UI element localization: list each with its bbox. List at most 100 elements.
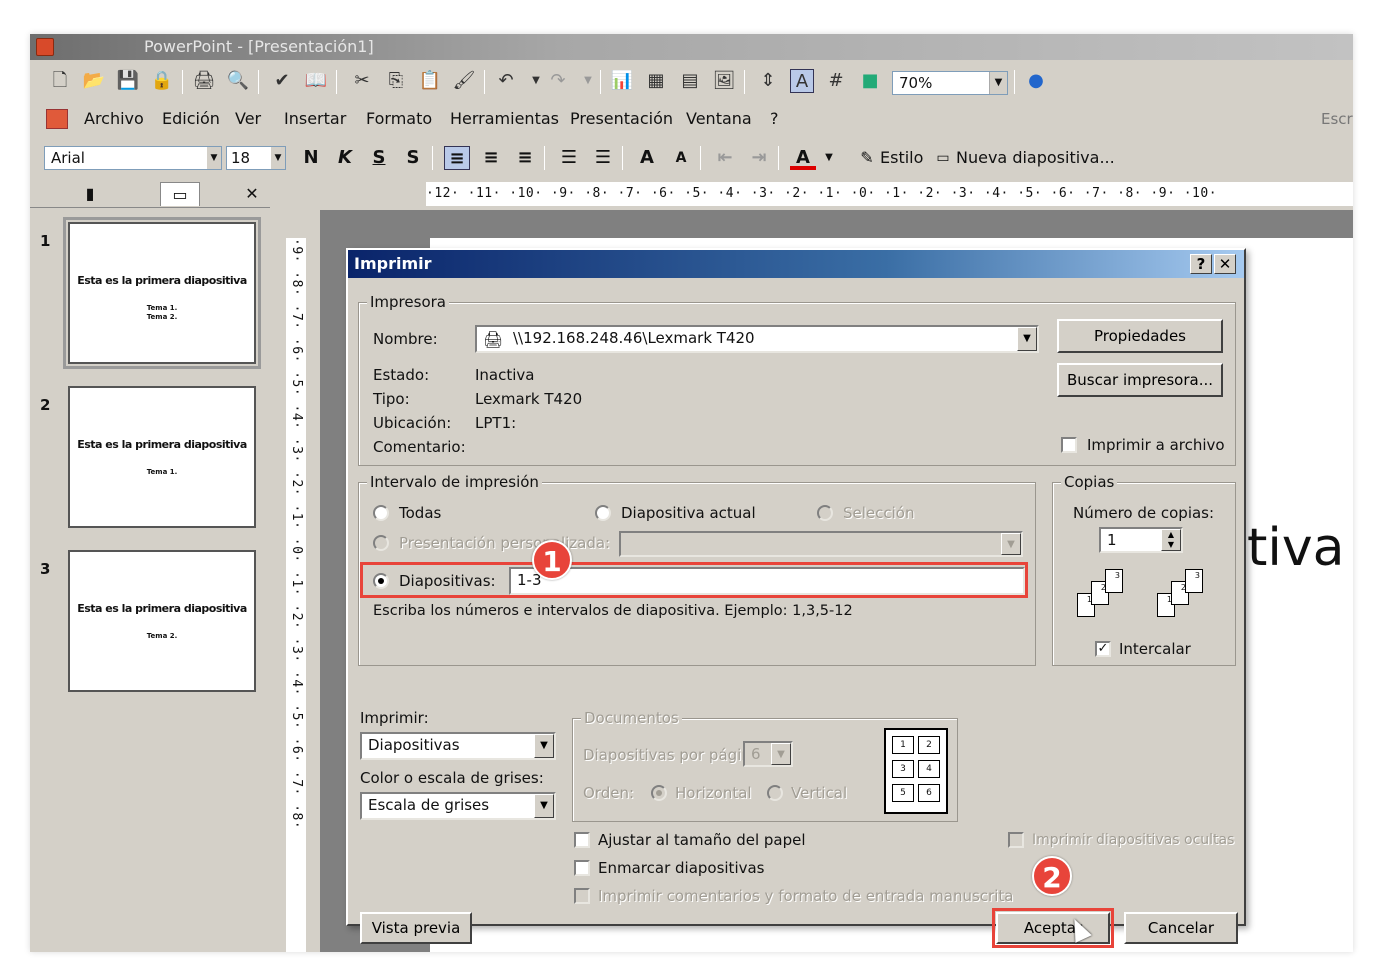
- grid-icon[interactable]: #: [824, 69, 848, 93]
- increase-indent-icon[interactable]: ⇥: [746, 146, 772, 170]
- color-grayscale-icon[interactable]: ■: [858, 69, 882, 93]
- new-icon[interactable]: 🗋: [48, 69, 72, 93]
- insert-table-icon[interactable]: ▦: [644, 69, 668, 93]
- underline-icon[interactable]: S: [366, 146, 392, 170]
- expand-all-icon[interactable]: ⇕: [756, 69, 780, 93]
- align-left-icon[interactable]: ≡: [444, 146, 470, 170]
- chevron-down-icon[interactable]: ▼: [271, 147, 285, 169]
- print-icon[interactable]: 🖨: [192, 69, 216, 93]
- format-painter-icon[interactable]: 🖌: [452, 69, 476, 93]
- order-vertical-label: Vertical: [791, 784, 848, 802]
- open-icon[interactable]: 📂: [82, 69, 106, 93]
- chevron-down-icon[interactable]: ▼: [771, 743, 791, 765]
- menu-insertar[interactable]: Insertar: [284, 104, 346, 134]
- copies-count-input[interactable]: 1 ▲ ▼: [1099, 527, 1183, 553]
- new-slide-icon[interactable]: ▭: [930, 146, 956, 170]
- find-printer-button[interactable]: Buscar impresora...: [1057, 363, 1223, 397]
- chevron-down-icon[interactable]: ▼: [989, 72, 1007, 94]
- collate-checkbox[interactable]: ✓: [1095, 641, 1111, 657]
- slide-thumbnail[interactable]: Esta es la primera diapositiva Tema 2.: [68, 550, 256, 692]
- align-right-icon[interactable]: ≡: [512, 146, 538, 170]
- italic-icon[interactable]: K: [332, 146, 358, 170]
- scale-to-fit-checkbox[interactable]: [574, 832, 590, 848]
- collate-page-icon: 3: [1185, 569, 1203, 593]
- copy-icon[interactable]: ⎘: [384, 69, 408, 93]
- research-icon[interactable]: 📖: [304, 69, 328, 93]
- per-page-select[interactable]: 6 ▼: [743, 741, 793, 767]
- print-to-file-checkbox[interactable]: [1061, 437, 1077, 453]
- cut-icon[interactable]: ✂: [350, 69, 374, 93]
- chevron-down-icon[interactable]: ▼: [816, 146, 842, 170]
- cancel-button[interactable]: Cancelar: [1124, 912, 1238, 944]
- font-color-icon[interactable]: A: [790, 146, 816, 170]
- slide-thumbnail[interactable]: Esta es la primera diapositiva Tema 1. Te…: [63, 217, 261, 369]
- menu-ventana[interactable]: Ventana: [686, 104, 752, 134]
- new-slide-button[interactable]: Nueva diapositiva...: [956, 146, 1115, 170]
- menu-herramientas[interactable]: Herramientas: [450, 104, 559, 134]
- paste-icon[interactable]: 📋: [418, 69, 442, 93]
- printer-name-select[interactable]: 🖨 \\192.168.248.46\Lexmark T420 ▼: [475, 325, 1039, 353]
- range-current-radio[interactable]: [595, 505, 611, 521]
- range-selection-radio[interactable]: [817, 505, 833, 521]
- help-icon[interactable]: ●: [1024, 69, 1048, 93]
- insert-picture-icon[interactable]: 🖼: [712, 69, 736, 93]
- help-button[interactable]: ?: [1190, 254, 1212, 274]
- decrease-font-icon[interactable]: A: [668, 146, 694, 170]
- color-select[interactable]: Escala de grises ▼: [360, 792, 556, 820]
- increase-font-icon[interactable]: A: [634, 146, 660, 170]
- spinner-icon[interactable]: ▲ ▼: [1161, 529, 1181, 551]
- menu-presentacion[interactable]: Presentación: [570, 104, 673, 134]
- print-hidden-checkbox[interactable]: [1008, 832, 1024, 848]
- menu-edicion[interactable]: Edición: [162, 104, 220, 134]
- slide-thumbnail[interactable]: Esta es la primera diapositiva Tema 1.: [68, 386, 256, 528]
- chevron-down-icon[interactable]: ▼: [534, 794, 554, 818]
- chevron-down-icon[interactable]: ▼: [207, 147, 221, 169]
- chevron-down-icon[interactable]: ▼: [1017, 327, 1037, 351]
- print-what-select[interactable]: Diapositivas ▼: [360, 732, 556, 760]
- slides-tab-icon[interactable]: ▭: [160, 182, 200, 206]
- undo-dropdown-icon[interactable]: ▼: [524, 69, 548, 93]
- menu-ver[interactable]: Ver: [235, 104, 261, 134]
- redo-dropdown-icon[interactable]: ▼: [576, 69, 600, 93]
- font-size-select[interactable]: 18 ▼: [226, 146, 286, 170]
- bold-icon[interactable]: N: [298, 146, 324, 170]
- show-formatting-icon[interactable]: A: [790, 69, 814, 93]
- bullets-icon[interactable]: ☰: [590, 146, 616, 170]
- custom-show-select[interactable]: ▼: [619, 531, 1023, 557]
- close-icon[interactable]: ✕: [240, 182, 264, 206]
- style-button[interactable]: Estilo: [880, 146, 923, 170]
- shadow-icon[interactable]: S: [400, 146, 426, 170]
- close-button[interactable]: ✕: [1214, 254, 1236, 274]
- design-icon[interactable]: ✎: [854, 146, 880, 170]
- preview-button[interactable]: Vista previa: [360, 912, 472, 944]
- font-select[interactable]: Arial ▼: [44, 146, 222, 170]
- order-horizontal-label: Horizontal: [675, 784, 752, 802]
- insert-chart-icon[interactable]: 📊: [610, 69, 634, 93]
- chevron-down-icon[interactable]: ▼: [1001, 533, 1021, 555]
- order-vertical-radio[interactable]: [767, 785, 783, 801]
- decrease-indent-icon[interactable]: ⇤: [712, 146, 738, 170]
- order-horizontal-radio[interactable]: [651, 785, 667, 801]
- properties-button[interactable]: Propiedades: [1057, 319, 1223, 353]
- permission-icon[interactable]: 🔒: [150, 69, 174, 93]
- save-icon[interactable]: 💾: [116, 69, 140, 93]
- tables-borders-icon[interactable]: ▤: [678, 69, 702, 93]
- range-custom-radio[interactable]: [373, 535, 389, 551]
- chevron-down-icon[interactable]: ▼: [534, 734, 554, 758]
- undo-icon[interactable]: ↶: [494, 69, 518, 93]
- align-center-icon[interactable]: ≡: [478, 146, 504, 170]
- frame-slides-checkbox[interactable]: [574, 860, 590, 876]
- spelling-icon[interactable]: ✔: [270, 69, 294, 93]
- outline-tab-icon[interactable]: ▮: [70, 182, 110, 206]
- menu-formato[interactable]: Formato: [366, 104, 432, 134]
- redo-icon[interactable]: ↷: [546, 69, 570, 93]
- help-search-hint[interactable]: Escr: [1321, 104, 1353, 134]
- zoom-select[interactable]: 70% ▼: [892, 71, 1008, 95]
- menu-archivo[interactable]: Archivo: [84, 104, 144, 134]
- print-comments-checkbox[interactable]: [574, 888, 590, 904]
- printer-name-label: Nombre:: [373, 330, 438, 348]
- print-preview-icon[interactable]: 🔍: [226, 69, 250, 93]
- menu-help[interactable]: ?: [770, 104, 779, 134]
- range-all-radio[interactable]: [373, 505, 389, 521]
- numbering-icon[interactable]: ☰: [556, 146, 582, 170]
